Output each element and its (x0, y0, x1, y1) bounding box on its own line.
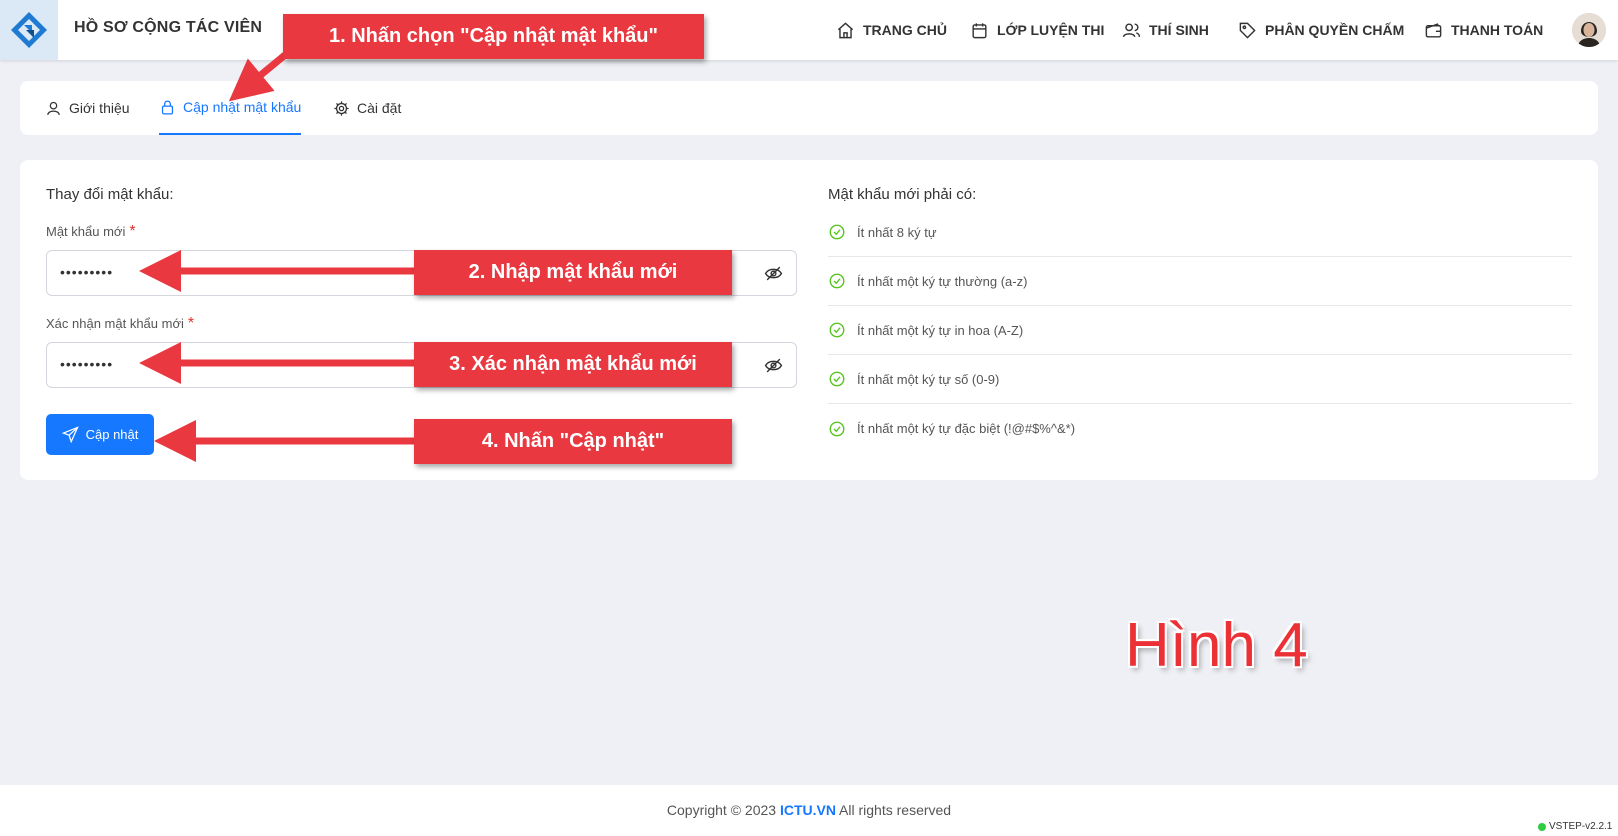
annotation-step4: 4. Nhấn "Cập nhật" (414, 419, 732, 464)
check-circle-icon (829, 273, 845, 289)
eye-off-icon[interactable] (764, 264, 783, 283)
annotation-step2: 2. Nhập mật khẩu mới (414, 250, 732, 295)
check-circle-icon (829, 371, 845, 387)
requirement-text: Ít nhất 8 ký tự (857, 224, 937, 240)
version-badge: VSTEP-v2.2.1 (1538, 821, 1612, 832)
version-text: VSTEP-v2.2.1 (1549, 821, 1613, 832)
home-icon (837, 21, 854, 38)
nav-grading-permissions[interactable]: PHÂN QUYỀN CHẤM (1238, 0, 1404, 60)
requirement-item: Ít nhất một ký tự thường (a-z) (828, 257, 1572, 306)
nav-classes[interactable]: LỚP LUYỆN THI (970, 0, 1104, 60)
app-title: HỒ SƠ CỘNG TÁC VIÊN (74, 19, 263, 36)
form-title: Thay đổi mật khẩu: (46, 186, 174, 203)
profile-tabs: Giới thiệu Cập nhật mật khẩu Cài đặt (20, 81, 1598, 135)
nav-home-label: TRANG CHỦ (863, 22, 947, 38)
gear-icon (334, 100, 349, 116)
check-circle-icon (829, 421, 845, 436)
users-icon (1122, 22, 1141, 37)
nav-grading-permissions-label: PHÂN QUYỀN CHẤM (1265, 22, 1405, 38)
new-password-label-text: Mật khẩu mới (46, 224, 126, 239)
requirement-item: Ít nhất một ký tự đặc biệt (!@#$%^&*) (828, 404, 1572, 453)
tab-settings-label: Cài đặt (357, 100, 402, 116)
requirement-text: Ít nhất một ký tự số (0-9) (857, 371, 1000, 387)
lock-icon (161, 100, 174, 115)
nav-payment[interactable]: THANH TOÁN (1424, 0, 1543, 60)
footer: Copyright © 2023 ICTU.VN All rights rese… (0, 785, 1618, 836)
confirm-password-label-text: Xác nhận mật khẩu mới (46, 316, 184, 331)
top-header: HỒ SƠ CỘNG TÁC VIÊN TRANG CHỦ LỚP LUYỆN … (0, 0, 1618, 60)
copyright-text: Copyright © 2023 ICTU.VN All rights rese… (0, 802, 1618, 818)
app-logo[interactable] (0, 0, 58, 60)
confirm-password-label: Xác nhận mật khẩu mới * (46, 315, 194, 333)
avatar-image (1572, 13, 1606, 47)
annotation-step1: 1. Nhấn chọn "Cập nhật mật khẩu" (283, 14, 704, 59)
calendar-icon (972, 22, 987, 38)
nav-payment-label: THANH TOÁN (1451, 22, 1544, 38)
nav-candidates-label: THÍ SINH (1149, 22, 1209, 38)
requirement-item: Ít nhất một ký tự in hoa (A-Z) (828, 306, 1572, 355)
check-circle-icon (829, 322, 845, 338)
copyright-prefix: Copyright © 2023 (666, 802, 780, 818)
user-avatar[interactable] (1572, 13, 1606, 47)
figure-label: Hình 4 (1125, 611, 1308, 680)
tab-settings[interactable]: Cài đặt (333, 81, 401, 135)
change-password-card: Thay đổi mật khẩu: Mật khẩu mới * •••••••… (20, 160, 1598, 480)
wallet-icon (1425, 22, 1442, 38)
copyright-suffix: All rights reserved (835, 802, 952, 818)
tab-change-password[interactable]: Cập nhật mật khẩu (159, 81, 302, 135)
requirement-text: Ít nhất một ký tự đặc biệt (!@#$%^&*) (857, 421, 1076, 436)
update-password-button[interactable]: Cập nhật (46, 414, 154, 455)
requirement-text: Ít nhất một ký tự thường (a-z) (857, 273, 1028, 289)
diamond-logo-icon (11, 12, 47, 48)
requirements-title: Mật khẩu mới phải có: (828, 186, 977, 203)
requirement-item: Ít nhất 8 ký tự (828, 208, 1572, 257)
requirement-text: Ít nhất một ký tự in hoa (A-Z) (857, 322, 1024, 338)
nav-classes-label: LỚP LUYỆN THI (997, 22, 1105, 38)
tab-change-password-label: Cập nhật mật khẩu (183, 99, 302, 115)
brand-link[interactable]: ICTU.VN (780, 802, 836, 818)
send-icon (61, 426, 79, 443)
nav-candidates[interactable]: THÍ SINH (1122, 0, 1209, 60)
annotation-step3: 3. Xác nhận mật khẩu mới (414, 342, 732, 387)
tag-icon (1239, 22, 1256, 39)
nav-home[interactable]: TRANG CHỦ (836, 0, 947, 60)
user-icon (47, 101, 60, 115)
requirement-item: Ít nhất một ký tự số (0-9) (828, 355, 1572, 404)
update-password-button-label: Cập nhật (85, 427, 139, 442)
required-mark: * (129, 223, 136, 240)
tab-introduction[interactable]: Giới thiệu (45, 81, 130, 135)
confirm-password-value: ••••••••• (60, 356, 114, 372)
eye-off-icon[interactable] (764, 356, 783, 375)
required-mark: * (187, 315, 195, 332)
status-dot-icon (1538, 822, 1546, 831)
new-password-label: Mật khẩu mới * (46, 223, 136, 241)
new-password-value: ••••••••• (60, 264, 114, 280)
check-circle-icon (829, 224, 845, 240)
tab-introduction-label: Giới thiệu (69, 100, 130, 116)
